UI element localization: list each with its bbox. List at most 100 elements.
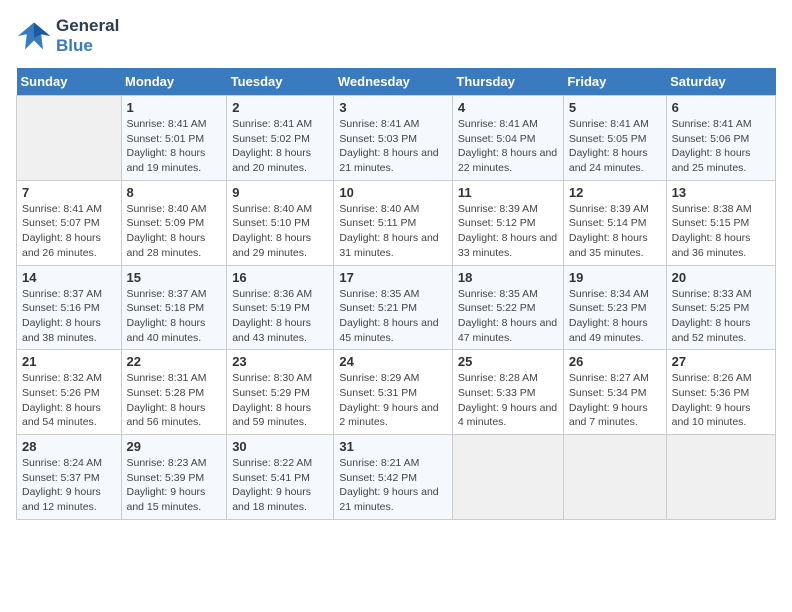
- day-number: 30: [232, 439, 328, 454]
- logo: General Blue: [16, 16, 119, 56]
- page-header: General Blue: [16, 16, 776, 56]
- calendar-cell: 3 Sunrise: 8:41 AMSunset: 5:03 PMDaylight…: [334, 96, 453, 181]
- day-info: Sunrise: 8:31 AMSunset: 5:28 PMDaylight:…: [127, 371, 222, 430]
- day-info: Sunrise: 8:41 AMSunset: 5:03 PMDaylight:…: [339, 117, 447, 176]
- day-number: 22: [127, 354, 222, 369]
- day-info: Sunrise: 8:29 AMSunset: 5:31 PMDaylight:…: [339, 371, 447, 430]
- day-number: 19: [569, 270, 661, 285]
- day-header-tuesday: Tuesday: [227, 68, 334, 96]
- day-number: 21: [22, 354, 116, 369]
- day-info: Sunrise: 8:40 AMSunset: 5:11 PMDaylight:…: [339, 202, 447, 261]
- day-info: Sunrise: 8:23 AMSunset: 5:39 PMDaylight:…: [127, 456, 222, 515]
- day-info: Sunrise: 8:41 AMSunset: 5:02 PMDaylight:…: [232, 117, 328, 176]
- calendar-cell: [563, 435, 666, 520]
- calendar-cell: 21 Sunrise: 8:32 AMSunset: 5:26 PMDayligh…: [17, 350, 122, 435]
- day-info: Sunrise: 8:41 AMSunset: 5:01 PMDaylight:…: [127, 117, 222, 176]
- day-header-saturday: Saturday: [666, 68, 775, 96]
- calendar-cell: 26 Sunrise: 8:27 AMSunset: 5:34 PMDayligh…: [563, 350, 666, 435]
- day-header-thursday: Thursday: [452, 68, 563, 96]
- day-number: 25: [458, 354, 558, 369]
- day-info: Sunrise: 8:34 AMSunset: 5:23 PMDaylight:…: [569, 287, 661, 346]
- day-number: 13: [672, 185, 770, 200]
- day-info: Sunrise: 8:37 AMSunset: 5:16 PMDaylight:…: [22, 287, 116, 346]
- day-info: Sunrise: 8:24 AMSunset: 5:37 PMDaylight:…: [22, 456, 116, 515]
- calendar-cell: 29 Sunrise: 8:23 AMSunset: 5:39 PMDayligh…: [121, 435, 227, 520]
- day-info: Sunrise: 8:21 AMSunset: 5:42 PMDaylight:…: [339, 456, 447, 515]
- day-info: Sunrise: 8:37 AMSunset: 5:18 PMDaylight:…: [127, 287, 222, 346]
- calendar-cell: 28 Sunrise: 8:24 AMSunset: 5:37 PMDayligh…: [17, 435, 122, 520]
- calendar-cell: [452, 435, 563, 520]
- day-info: Sunrise: 8:40 AMSunset: 5:10 PMDaylight:…: [232, 202, 328, 261]
- day-number: 9: [232, 185, 328, 200]
- day-number: 1: [127, 100, 222, 115]
- calendar-cell: 31Sunrise: 8:21 AMSunset: 5:42 PMDayligh…: [334, 435, 453, 520]
- day-header-monday: Monday: [121, 68, 227, 96]
- calendar-cell: 2 Sunrise: 8:41 AMSunset: 5:02 PMDaylight…: [227, 96, 334, 181]
- calendar-cell: 27 Sunrise: 8:26 AMSunset: 5:36 PMDayligh…: [666, 350, 775, 435]
- day-number: 4: [458, 100, 558, 115]
- day-number: 7: [22, 185, 116, 200]
- day-number: 2: [232, 100, 328, 115]
- calendar-cell: 18Sunrise: 8:35 AMSunset: 5:22 PMDayligh…: [452, 265, 563, 350]
- days-header-row: SundayMondayTuesdayWednesdayThursdayFrid…: [17, 68, 776, 96]
- day-info: Sunrise: 8:26 AMSunset: 5:36 PMDaylight:…: [672, 371, 770, 430]
- calendar-cell: 11 Sunrise: 8:39 AMSunset: 5:12 PMDayligh…: [452, 180, 563, 265]
- day-header-wednesday: Wednesday: [334, 68, 453, 96]
- day-number: 12: [569, 185, 661, 200]
- day-info: Sunrise: 8:33 AMSunset: 5:25 PMDaylight:…: [672, 287, 770, 346]
- calendar-cell: 14 Sunrise: 8:37 AMSunset: 5:16 PMDayligh…: [17, 265, 122, 350]
- day-number: 17: [339, 270, 447, 285]
- week-row-5: 28 Sunrise: 8:24 AMSunset: 5:37 PMDayligh…: [17, 435, 776, 520]
- logo-text: General Blue: [56, 16, 119, 56]
- day-info: Sunrise: 8:22 AMSunset: 5:41 PMDaylight:…: [232, 456, 328, 515]
- day-number: 14: [22, 270, 116, 285]
- day-info: Sunrise: 8:35 AMSunset: 5:21 PMDaylight:…: [339, 287, 447, 346]
- day-number: 6: [672, 100, 770, 115]
- week-row-4: 21 Sunrise: 8:32 AMSunset: 5:26 PMDayligh…: [17, 350, 776, 435]
- day-number: 29: [127, 439, 222, 454]
- day-number: 5: [569, 100, 661, 115]
- calendar-cell: 13Sunrise: 8:38 AMSunset: 5:15 PMDayligh…: [666, 180, 775, 265]
- day-info: Sunrise: 8:39 AMSunset: 5:14 PMDaylight:…: [569, 202, 661, 261]
- calendar-cell: [17, 96, 122, 181]
- day-info: Sunrise: 8:36 AMSunset: 5:19 PMDaylight:…: [232, 287, 328, 346]
- day-number: 15: [127, 270, 222, 285]
- day-number: 10: [339, 185, 447, 200]
- day-info: Sunrise: 8:32 AMSunset: 5:26 PMDaylight:…: [22, 371, 116, 430]
- calendar-cell: [666, 435, 775, 520]
- day-header-sunday: Sunday: [17, 68, 122, 96]
- day-number: 8: [127, 185, 222, 200]
- day-info: Sunrise: 8:30 AMSunset: 5:29 PMDaylight:…: [232, 371, 328, 430]
- week-row-1: 1 Sunrise: 8:41 AMSunset: 5:01 PMDaylight…: [17, 96, 776, 181]
- day-info: Sunrise: 8:39 AMSunset: 5:12 PMDaylight:…: [458, 202, 558, 261]
- day-info: Sunrise: 8:35 AMSunset: 5:22 PMDaylight:…: [458, 287, 558, 346]
- day-info: Sunrise: 8:27 AMSunset: 5:34 PMDaylight:…: [569, 371, 661, 430]
- day-number: 28: [22, 439, 116, 454]
- day-number: 11: [458, 185, 558, 200]
- calendar-cell: 4 Sunrise: 8:41 AMSunset: 5:04 PMDaylight…: [452, 96, 563, 181]
- day-number: 16: [232, 270, 328, 285]
- day-info: Sunrise: 8:41 AMSunset: 5:07 PMDaylight:…: [22, 202, 116, 261]
- day-number: 27: [672, 354, 770, 369]
- calendar-cell: 19 Sunrise: 8:34 AMSunset: 5:23 PMDayligh…: [563, 265, 666, 350]
- calendar-cell: 22 Sunrise: 8:31 AMSunset: 5:28 PMDayligh…: [121, 350, 227, 435]
- calendar-cell: 1 Sunrise: 8:41 AMSunset: 5:01 PMDaylight…: [121, 96, 227, 181]
- day-number: 3: [339, 100, 447, 115]
- calendar-cell: 25 Sunrise: 8:28 AMSunset: 5:33 PMDayligh…: [452, 350, 563, 435]
- day-info: Sunrise: 8:40 AMSunset: 5:09 PMDaylight:…: [127, 202, 222, 261]
- calendar-cell: 8 Sunrise: 8:40 AMSunset: 5:09 PMDaylight…: [121, 180, 227, 265]
- day-number: 26: [569, 354, 661, 369]
- day-info: Sunrise: 8:28 AMSunset: 5:33 PMDaylight:…: [458, 371, 558, 430]
- calendar-cell: 17 Sunrise: 8:35 AMSunset: 5:21 PMDayligh…: [334, 265, 453, 350]
- calendar-cell: 15 Sunrise: 8:37 AMSunset: 5:18 PMDayligh…: [121, 265, 227, 350]
- calendar-cell: 12 Sunrise: 8:39 AMSunset: 5:14 PMDayligh…: [563, 180, 666, 265]
- calendar-table: SundayMondayTuesdayWednesdayThursdayFrid…: [16, 68, 776, 520]
- day-number: 23: [232, 354, 328, 369]
- calendar-cell: 23 Sunrise: 8:30 AMSunset: 5:29 PMDayligh…: [227, 350, 334, 435]
- calendar-cell: 10 Sunrise: 8:40 AMSunset: 5:11 PMDayligh…: [334, 180, 453, 265]
- week-row-2: 7 Sunrise: 8:41 AMSunset: 5:07 PMDaylight…: [17, 180, 776, 265]
- day-info: Sunrise: 8:41 AMSunset: 5:04 PMDaylight:…: [458, 117, 558, 176]
- day-header-friday: Friday: [563, 68, 666, 96]
- calendar-cell: 20Sunrise: 8:33 AMSunset: 5:25 PMDayligh…: [666, 265, 775, 350]
- logo-icon: [16, 18, 52, 54]
